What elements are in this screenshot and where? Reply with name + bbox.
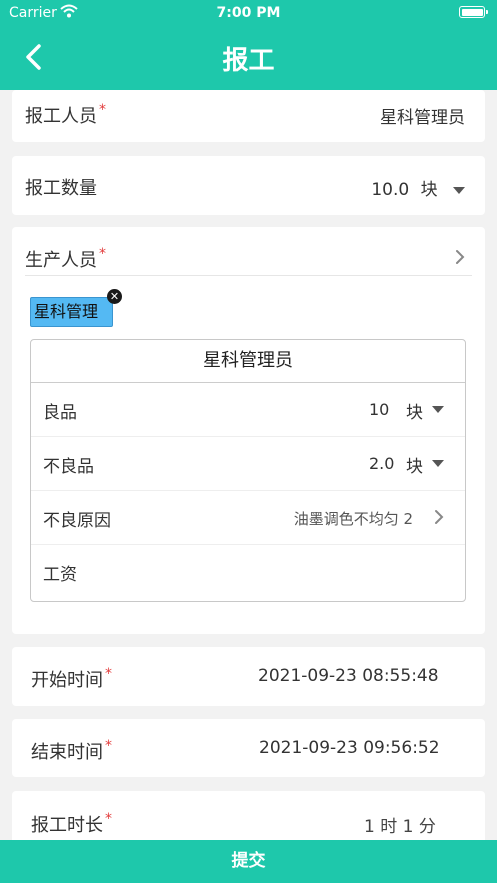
reporter-row[interactable]: 报工人员 * 星科管理员 xyxy=(12,90,485,142)
reporter-label: 报工人员 * xyxy=(25,102,106,127)
caret-down-icon[interactable] xyxy=(453,186,465,194)
end-time-value: 2021-09-23 09:56:52 xyxy=(259,738,440,758)
good-value: 10 xyxy=(369,400,390,419)
good-unit: 块 xyxy=(406,403,423,423)
producer-tag-label: 星科管理 xyxy=(34,302,99,321)
divider xyxy=(25,275,472,276)
defective-value: 2.0 xyxy=(369,454,395,473)
defective-label: 不良品 xyxy=(43,457,94,477)
producers-label[interactable]: 生产人员 * xyxy=(25,246,106,272)
start-time-value: 2021-09-23 08:55:48 xyxy=(258,666,439,686)
producer-tag[interactable]: 星科管理 ✕ xyxy=(30,289,123,327)
wage-row[interactable]: 工资 xyxy=(31,544,465,598)
producers-card: 生产人员 * 星科管理 ✕ 星科管理员 良品 10 块 不良品 2.0 块 不良原… xyxy=(12,227,485,634)
defect-reason-row[interactable]: 不良原因 油墨调色不均匀 2 xyxy=(31,490,465,545)
end-time-row[interactable]: 结束时间 * 2021-09-23 09:56:52 xyxy=(12,719,485,777)
defect-reason-label: 不良原因 xyxy=(43,511,111,531)
close-icon[interactable]: ✕ xyxy=(107,289,123,304)
status-bar: Carrier 7:00 PM xyxy=(0,0,497,26)
quantity-row[interactable]: 报工数量 10.0 块 xyxy=(12,156,485,215)
duration-value: 1 时 1 分 xyxy=(364,817,436,837)
quantity-unit: 块 xyxy=(420,180,438,200)
good-row[interactable]: 良品 10 块 xyxy=(31,382,465,437)
battery-icon xyxy=(459,6,488,18)
chevron-right-icon[interactable] xyxy=(455,249,465,265)
wage-label: 工资 xyxy=(43,565,77,585)
clock: 7:00 PM xyxy=(216,5,281,21)
good-label: 良品 xyxy=(43,403,77,423)
start-time-label: 开始时间 * xyxy=(31,666,112,691)
reporter-value: 星科管理员 xyxy=(380,108,465,128)
quantity-value: 10.0 xyxy=(371,180,410,200)
caret-down-icon[interactable] xyxy=(432,460,444,467)
quantity-label: 报工数量 xyxy=(25,178,97,199)
nav-bar: 报工 xyxy=(0,26,497,90)
producer-detail-title: 星科管理员 xyxy=(31,340,465,383)
defect-reason-value: 油墨调色不均匀 2 xyxy=(293,510,413,528)
duration-label: 报工时长 * xyxy=(31,811,112,836)
producer-detail-panel: 星科管理员 良品 10 块 不良品 2.0 块 不良原因 油墨调色不均匀 2 工… xyxy=(30,339,466,602)
chevron-right-icon[interactable] xyxy=(434,509,444,525)
start-time-row[interactable]: 开始时间 * 2021-09-23 08:55:48 xyxy=(12,647,485,706)
caret-down-icon[interactable] xyxy=(432,406,444,413)
quantity-value-group: 10.0 块 xyxy=(371,175,465,200)
end-time-label: 结束时间 * xyxy=(31,738,112,763)
defective-unit: 块 xyxy=(406,457,423,477)
submit-button[interactable]: 提交 xyxy=(0,840,497,883)
defective-row[interactable]: 不良品 2.0 块 xyxy=(31,436,465,491)
page-title: 报工 xyxy=(222,46,275,76)
